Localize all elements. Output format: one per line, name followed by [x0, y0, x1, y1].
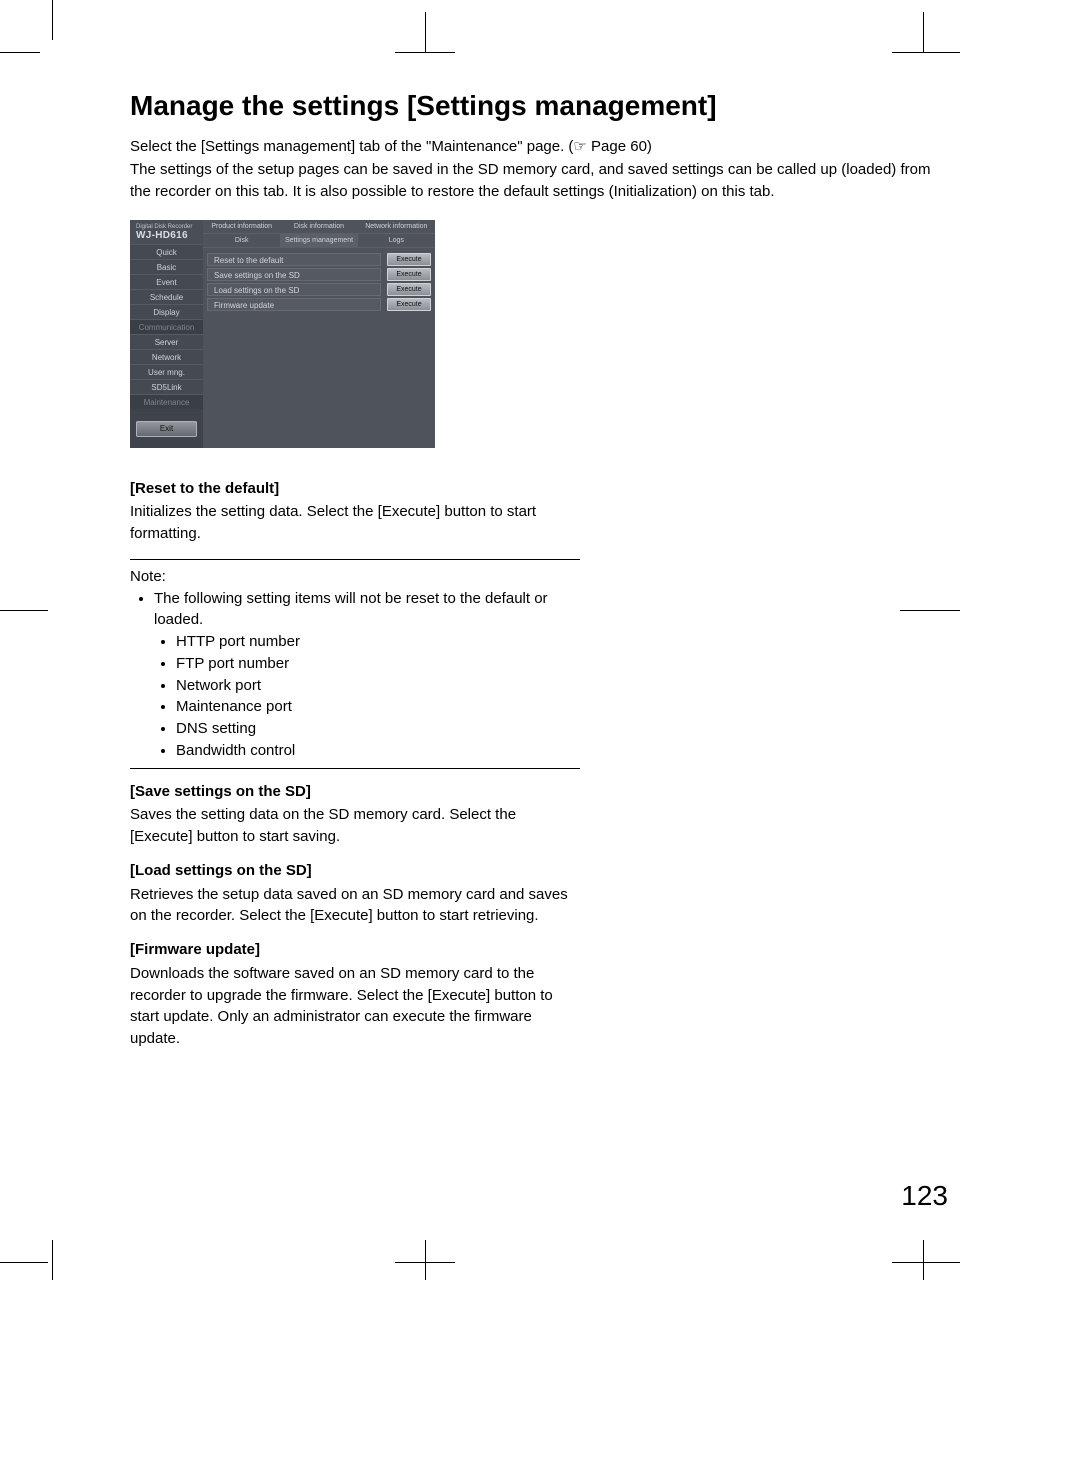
- tabs-row-2: Disk Settings management Logs: [203, 234, 435, 248]
- section-heading: [Save settings on the SD]: [130, 781, 580, 803]
- crop-mark: [892, 1262, 960, 1263]
- execute-button[interactable]: Execute: [387, 298, 431, 311]
- section-heading: [Firmware update]: [130, 939, 580, 961]
- crop-mark: [923, 12, 924, 52]
- note-title: Note:: [130, 566, 580, 588]
- device-type: Digital Disk Recorder: [136, 224, 197, 230]
- row-label: Reset to the default: [207, 253, 381, 266]
- tab-settings-management[interactable]: Settings management: [280, 234, 357, 247]
- page-number: 123: [901, 1180, 948, 1212]
- tab-disk-information[interactable]: Disk information: [280, 220, 357, 234]
- settings-rows: Reset to the default Execute Save settin…: [203, 248, 435, 316]
- execute-button[interactable]: Execute: [387, 253, 431, 266]
- settings-ui-screenshot: Digital Disk Recorder WJ-HD616 Quick Bas…: [130, 220, 435, 448]
- device-label: Digital Disk Recorder WJ-HD616: [130, 220, 203, 244]
- note-item: FTP port number: [176, 653, 580, 675]
- tabs-row-1: Product information Disk information Net…: [203, 220, 435, 234]
- row-label: Load settings on the SD: [207, 283, 381, 296]
- section-reset: [Reset to the default] Initializes the s…: [130, 478, 580, 545]
- section-firmware: [Firmware update] Downloads the software…: [130, 939, 580, 1050]
- row-label: Firmware update: [207, 298, 381, 311]
- crop-mark: [425, 1240, 426, 1280]
- crop-mark: [0, 52, 40, 53]
- sidebar-item-network[interactable]: Network: [130, 349, 203, 364]
- sidebar-item-communication[interactable]: Communication: [130, 319, 203, 334]
- page-content: Manage the settings [Settings management…: [130, 90, 950, 1050]
- sidebar-item-server[interactable]: Server: [130, 334, 203, 349]
- sidebar-item-display[interactable]: Display: [130, 304, 203, 319]
- section-body: Saves the setting data on the SD memory …: [130, 804, 580, 848]
- sidebar-item-quick[interactable]: Quick: [130, 244, 203, 259]
- crop-mark: [425, 12, 426, 52]
- section-body: Initializes the setting data. Select the…: [130, 501, 580, 545]
- tab-disk[interactable]: Disk: [203, 234, 280, 247]
- tab-network-information[interactable]: Network information: [358, 220, 435, 234]
- note-item: Network port: [176, 675, 580, 697]
- section-body: Downloads the software saved on an SD me…: [130, 963, 580, 1050]
- crop-mark: [52, 1240, 53, 1280]
- sidebar-item-maintenance[interactable]: Maintenance: [130, 394, 203, 409]
- page-title: Manage the settings [Settings management…: [130, 90, 950, 122]
- intro-line-2: The settings of the setup pages can be s…: [130, 161, 930, 201]
- note-item: Maintenance port: [176, 696, 580, 718]
- row-firmware-update: Firmware update Execute: [207, 297, 431, 312]
- sidebar-item-usermng[interactable]: User mng.: [130, 364, 203, 379]
- note-item: Bandwidth control: [176, 740, 580, 762]
- tab-logs[interactable]: Logs: [358, 234, 435, 247]
- sidebar-item-basic[interactable]: Basic: [130, 259, 203, 274]
- note-item: DNS setting: [176, 718, 580, 740]
- sidebar-item-sd5link[interactable]: SD5Link: [130, 379, 203, 394]
- intro-text: Select the [Settings management] tab of …: [130, 136, 950, 204]
- crop-mark: [0, 610, 48, 611]
- section-heading: [Reset to the default]: [130, 478, 580, 500]
- row-save-sd: Save settings on the SD Execute: [207, 267, 431, 282]
- exit-button[interactable]: Exit: [136, 421, 197, 437]
- crop-mark: [52, 0, 53, 40]
- tab-product-information[interactable]: Product information: [203, 220, 280, 234]
- section-save: [Save settings on the SD] Saves the sett…: [130, 781, 580, 848]
- crop-mark: [0, 1262, 48, 1263]
- sidebar: Digital Disk Recorder WJ-HD616 Quick Bas…: [130, 220, 203, 448]
- sidebar-item-schedule[interactable]: Schedule: [130, 289, 203, 304]
- main-panel: Product information Disk information Net…: [203, 220, 435, 448]
- execute-button[interactable]: Execute: [387, 268, 431, 281]
- crop-mark: [923, 1240, 924, 1280]
- note-box: Note: The following setting items will n…: [130, 559, 580, 769]
- execute-button[interactable]: Execute: [387, 283, 431, 296]
- intro-line-1: Select the [Settings management] tab of …: [130, 138, 652, 155]
- crop-mark: [892, 52, 960, 53]
- note-item: HTTP port number: [176, 631, 580, 653]
- section-heading: [Load settings on the SD]: [130, 860, 580, 882]
- section-body: Retrieves the setup data saved on an SD …: [130, 884, 580, 928]
- row-label: Save settings on the SD: [207, 268, 381, 281]
- section-load: [Load settings on the SD] Retrieves the …: [130, 860, 580, 927]
- row-load-sd: Load settings on the SD Execute: [207, 282, 431, 297]
- row-reset-default: Reset to the default Execute: [207, 252, 431, 267]
- note-lead: The following setting items will not be …: [154, 588, 580, 632]
- sidebar-item-event[interactable]: Event: [130, 274, 203, 289]
- device-model: WJ-HD616: [136, 230, 197, 241]
- crop-mark: [395, 52, 455, 53]
